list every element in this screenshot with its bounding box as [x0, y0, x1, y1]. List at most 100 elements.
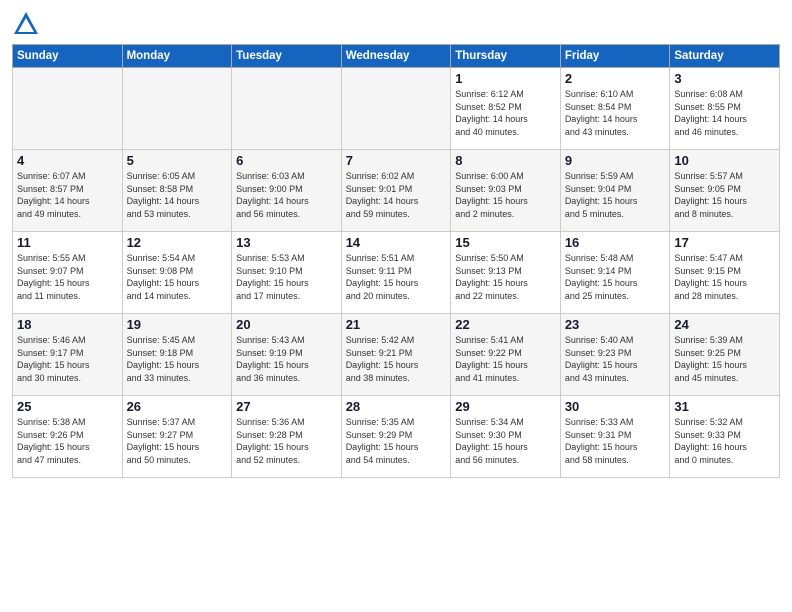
calendar-day-cell: 26 Sunrise: 5:37 AM Sunset: 9:27 PM Dayli… [122, 396, 232, 478]
calendar-header-day: Saturday [670, 45, 780, 68]
day-info: Sunrise: 5:48 AM Sunset: 9:14 PM Dayligh… [565, 252, 666, 302]
day-info: Sunrise: 5:32 AM Sunset: 9:33 PM Dayligh… [674, 416, 775, 466]
calendar-table: SundayMondayTuesdayWednesdayThursdayFrid… [12, 44, 780, 478]
calendar-day-cell: 27Sunrise: 5:36 AM Sunset: 9:28 PM Dayli… [232, 396, 342, 478]
day-info: Sunrise: 5:35 AM Sunset: 9:29 PM Dayligh… [346, 416, 447, 466]
calendar-day-cell: 1 Sunrise: 6:12 AM Sunset: 8:52 PM Daylig… [451, 68, 561, 150]
day-number: 4 [17, 153, 118, 168]
calendar-day-cell: 30 Sunrise: 5:33 AM Sunset: 9:31 PM Dayli… [560, 396, 670, 478]
calendar-day-cell [232, 68, 342, 150]
calendar-day-cell: 20 Sunrise: 5:43 AM Sunset: 9:19 PM Dayli… [232, 314, 342, 396]
calendar-week-row: 25 Sunrise: 5:38 AM Sunset: 9:26 PM Dayli… [13, 396, 780, 478]
logo-icon [12, 10, 40, 38]
day-info: Sunrise: 5:37 AM Sunset: 9:27 PM Dayligh… [127, 416, 228, 466]
day-number: 9 [565, 153, 666, 168]
day-number: 30 [565, 399, 666, 414]
calendar-day-cell: 19Sunrise: 5:45 AM Sunset: 9:18 PM Dayli… [122, 314, 232, 396]
day-info: Sunrise: 6:03 AM Sunset: 9:00 PM Dayligh… [236, 170, 337, 220]
day-number: 29 [455, 399, 556, 414]
day-number: 2 [565, 71, 666, 86]
day-info: Sunrise: 5:59 AM Sunset: 9:04 PM Dayligh… [565, 170, 666, 220]
calendar-day-cell: 14Sunrise: 5:51 AM Sunset: 9:11 PM Dayli… [341, 232, 451, 314]
calendar-day-cell: 11 Sunrise: 5:55 AM Sunset: 9:07 PM Dayli… [13, 232, 123, 314]
calendar-day-cell: 9 Sunrise: 5:59 AM Sunset: 9:04 PM Daylig… [560, 150, 670, 232]
day-number: 17 [674, 235, 775, 250]
day-info: Sunrise: 6:12 AM Sunset: 8:52 PM Dayligh… [455, 88, 556, 138]
day-number: 10 [674, 153, 775, 168]
day-number: 19 [127, 317, 228, 332]
calendar-day-cell: 17 Sunrise: 5:47 AM Sunset: 9:15 PM Dayli… [670, 232, 780, 314]
day-number: 3 [674, 71, 775, 86]
day-info: Sunrise: 6:00 AM Sunset: 9:03 PM Dayligh… [455, 170, 556, 220]
day-number: 1 [455, 71, 556, 86]
day-number: 6 [236, 153, 337, 168]
calendar-day-cell: 4Sunrise: 6:07 AM Sunset: 8:57 PM Daylig… [13, 150, 123, 232]
calendar-day-cell [122, 68, 232, 150]
day-info: Sunrise: 5:54 AM Sunset: 9:08 PM Dayligh… [127, 252, 228, 302]
day-info: Sunrise: 5:55 AM Sunset: 9:07 PM Dayligh… [17, 252, 118, 302]
day-info: Sunrise: 6:05 AM Sunset: 8:58 PM Dayligh… [127, 170, 228, 220]
calendar-day-cell: 28 Sunrise: 5:35 AM Sunset: 9:29 PM Dayli… [341, 396, 451, 478]
calendar-day-cell: 8 Sunrise: 6:00 AM Sunset: 9:03 PM Daylig… [451, 150, 561, 232]
calendar-day-cell: 3 Sunrise: 6:08 AM Sunset: 8:55 PM Daylig… [670, 68, 780, 150]
calendar-day-cell: 6 Sunrise: 6:03 AM Sunset: 9:00 PM Daylig… [232, 150, 342, 232]
day-number: 24 [674, 317, 775, 332]
day-info: Sunrise: 5:40 AM Sunset: 9:23 PM Dayligh… [565, 334, 666, 384]
day-info: Sunrise: 5:38 AM Sunset: 9:26 PM Dayligh… [17, 416, 118, 466]
calendar-header-day: Wednesday [341, 45, 451, 68]
day-number: 7 [346, 153, 447, 168]
day-info: Sunrise: 5:53 AM Sunset: 9:10 PM Dayligh… [236, 252, 337, 302]
day-info: Sunrise: 5:36 AM Sunset: 9:28 PM Dayligh… [236, 416, 337, 466]
day-number: 25 [17, 399, 118, 414]
calendar-day-cell: 15Sunrise: 5:50 AM Sunset: 9:13 PM Dayli… [451, 232, 561, 314]
day-number: 21 [346, 317, 447, 332]
day-info: Sunrise: 5:43 AM Sunset: 9:19 PM Dayligh… [236, 334, 337, 384]
calendar-day-cell: 22 Sunrise: 5:41 AM Sunset: 9:22 PM Dayli… [451, 314, 561, 396]
calendar-header-day: Sunday [13, 45, 123, 68]
day-number: 23 [565, 317, 666, 332]
day-info: Sunrise: 5:42 AM Sunset: 9:21 PM Dayligh… [346, 334, 447, 384]
day-number: 28 [346, 399, 447, 414]
day-number: 15 [455, 235, 556, 250]
calendar-header-day: Friday [560, 45, 670, 68]
calendar-day-cell: 13 Sunrise: 5:53 AM Sunset: 9:10 PM Dayli… [232, 232, 342, 314]
day-info: Sunrise: 5:51 AM Sunset: 9:11 PM Dayligh… [346, 252, 447, 302]
day-info: Sunrise: 5:47 AM Sunset: 9:15 PM Dayligh… [674, 252, 775, 302]
calendar-header-day: Thursday [451, 45, 561, 68]
calendar-week-row: 11 Sunrise: 5:55 AM Sunset: 9:07 PM Dayli… [13, 232, 780, 314]
day-number: 20 [236, 317, 337, 332]
calendar-day-cell: 21 Sunrise: 5:42 AM Sunset: 9:21 PM Dayli… [341, 314, 451, 396]
day-number: 13 [236, 235, 337, 250]
day-number: 26 [127, 399, 228, 414]
day-info: Sunrise: 6:08 AM Sunset: 8:55 PM Dayligh… [674, 88, 775, 138]
day-number: 22 [455, 317, 556, 332]
calendar-day-cell: 24 Sunrise: 5:39 AM Sunset: 9:25 PM Dayli… [670, 314, 780, 396]
calendar-header-day: Tuesday [232, 45, 342, 68]
calendar-day-cell: 7 Sunrise: 6:02 AM Sunset: 9:01 PM Daylig… [341, 150, 451, 232]
day-number: 8 [455, 153, 556, 168]
day-number: 16 [565, 235, 666, 250]
calendar-day-cell: 12Sunrise: 5:54 AM Sunset: 9:08 PM Dayli… [122, 232, 232, 314]
day-info: Sunrise: 5:33 AM Sunset: 9:31 PM Dayligh… [565, 416, 666, 466]
day-info: Sunrise: 5:41 AM Sunset: 9:22 PM Dayligh… [455, 334, 556, 384]
day-info: Sunrise: 6:10 AM Sunset: 8:54 PM Dayligh… [565, 88, 666, 138]
calendar-day-cell: 5 Sunrise: 6:05 AM Sunset: 8:58 PM Daylig… [122, 150, 232, 232]
day-number: 5 [127, 153, 228, 168]
day-info: Sunrise: 5:46 AM Sunset: 9:17 PM Dayligh… [17, 334, 118, 384]
calendar-day-cell: 18Sunrise: 5:46 AM Sunset: 9:17 PM Dayli… [13, 314, 123, 396]
calendar-day-cell: 31 Sunrise: 5:32 AM Sunset: 9:33 PM Dayli… [670, 396, 780, 478]
calendar-day-cell: 23 Sunrise: 5:40 AM Sunset: 9:23 PM Dayli… [560, 314, 670, 396]
day-info: Sunrise: 6:02 AM Sunset: 9:01 PM Dayligh… [346, 170, 447, 220]
day-number: 31 [674, 399, 775, 414]
calendar-week-row: 4Sunrise: 6:07 AM Sunset: 8:57 PM Daylig… [13, 150, 780, 232]
day-info: Sunrise: 5:39 AM Sunset: 9:25 PM Dayligh… [674, 334, 775, 384]
calendar-day-cell: 2 Sunrise: 6:10 AM Sunset: 8:54 PM Daylig… [560, 68, 670, 150]
day-number: 11 [17, 235, 118, 250]
calendar-week-row: 18Sunrise: 5:46 AM Sunset: 9:17 PM Dayli… [13, 314, 780, 396]
calendar-day-cell: 25 Sunrise: 5:38 AM Sunset: 9:26 PM Dayli… [13, 396, 123, 478]
calendar-week-row: 1 Sunrise: 6:12 AM Sunset: 8:52 PM Daylig… [13, 68, 780, 150]
day-info: Sunrise: 5:57 AM Sunset: 9:05 PM Dayligh… [674, 170, 775, 220]
calendar-header-day: Monday [122, 45, 232, 68]
calendar-header-row: SundayMondayTuesdayWednesdayThursdayFrid… [13, 45, 780, 68]
calendar-day-cell: 10 Sunrise: 5:57 AM Sunset: 9:05 PM Dayli… [670, 150, 780, 232]
